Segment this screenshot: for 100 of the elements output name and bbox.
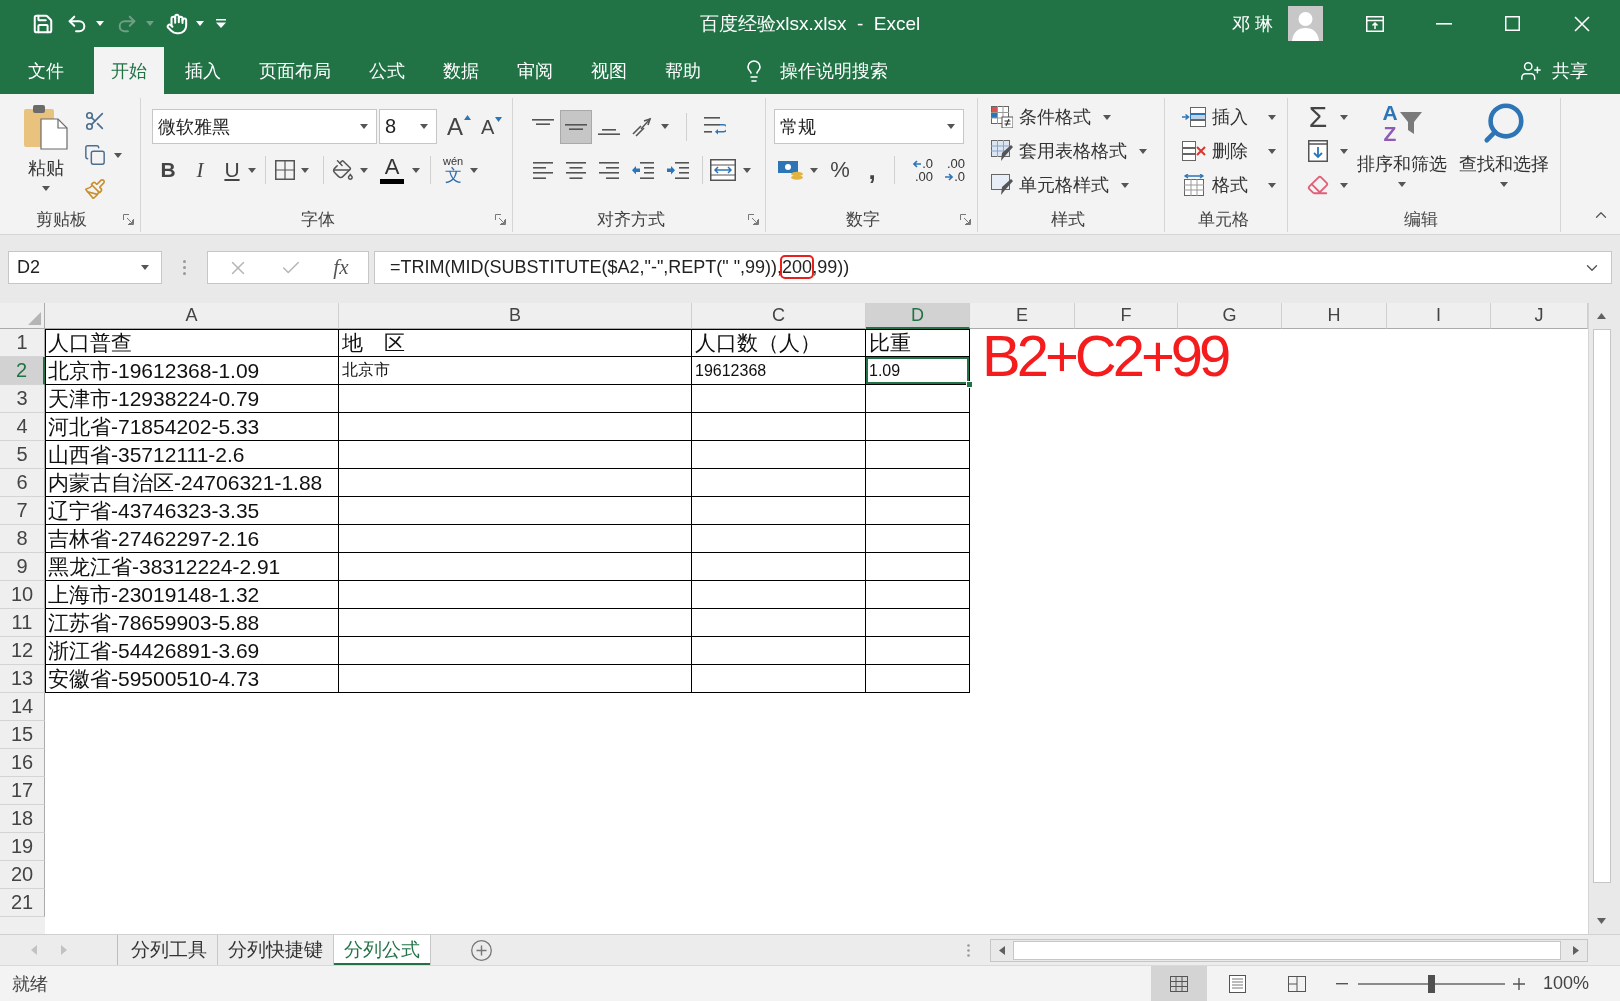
caret-icon[interactable] <box>96 21 104 26</box>
row-header[interactable]: 5 <box>0 441 45 469</box>
fill-handle-icon[interactable] <box>966 381 973 388</box>
row-header[interactable]: 11 <box>0 609 45 637</box>
caret-icon[interactable] <box>248 167 256 173</box>
dialog-launcher-icon[interactable] <box>123 213 134 225</box>
font-color-button[interactable]: A <box>380 156 404 184</box>
row-header[interactable]: 7 <box>0 497 45 525</box>
column-header[interactable]: F <box>1075 303 1178 329</box>
row-header[interactable]: 13 <box>0 665 45 693</box>
zoom-in-icon[interactable] <box>1512 977 1525 990</box>
decrease-decimal-button[interactable]: .00 .0 <box>933 157 965 183</box>
row-header[interactable]: 18 <box>0 805 45 833</box>
comma-style-button[interactable]: , <box>856 153 888 187</box>
paint-bucket-icon[interactable] <box>332 159 354 181</box>
row-header[interactable]: 20 <box>0 861 45 889</box>
caret-icon[interactable] <box>470 167 479 173</box>
column-header[interactable]: H <box>1282 303 1387 329</box>
scroll-down-icon[interactable] <box>1597 918 1606 924</box>
caret-icon[interactable] <box>196 21 204 26</box>
row-header[interactable]: 16 <box>0 749 45 777</box>
save-icon[interactable] <box>32 12 54 35</box>
caret-icon[interactable] <box>360 167 368 173</box>
ribbon-tab[interactable]: 视图 <box>574 47 644 94</box>
copy-icon[interactable] <box>84 144 106 166</box>
eraser-icon[interactable] <box>1307 174 1329 196</box>
ribbon-tab[interactable]: 文件 <box>11 47 81 94</box>
sort-filter-button[interactable]: A Z 排序和筛选 <box>1354 100 1450 206</box>
scrollbar-thumb[interactable] <box>1592 329 1611 883</box>
ribbon-tab[interactable]: 公式 <box>352 47 422 94</box>
row-header[interactable]: 14 <box>0 693 45 721</box>
ribbon-tab[interactable]: 插入 <box>168 47 238 94</box>
column-header[interactable]: B <box>339 303 692 329</box>
row-header[interactable]: 17 <box>0 777 45 805</box>
name-box[interactable]: D2 <box>8 251 162 284</box>
row-header[interactable]: 19 <box>0 833 45 861</box>
font-name-dropdown[interactable]: 微软雅黑 <box>152 109 377 144</box>
caret-icon[interactable] <box>1340 114 1348 120</box>
conditional-format-button[interactable]: 条件格式 <box>991 100 1164 134</box>
view-button[interactable] <box>1150 966 1207 1001</box>
ribbon-display-icon[interactable] <box>1365 15 1384 32</box>
row-header[interactable]: 4 <box>0 413 45 441</box>
row-header[interactable]: 15 <box>0 721 45 749</box>
ribbon-tab[interactable]: 开始 <box>94 47 164 94</box>
caret-icon[interactable] <box>1340 182 1348 188</box>
format-as-table-button[interactable]: 套用表格格式 <box>991 134 1164 168</box>
ribbon-tab[interactable]: 页面布局 <box>242 47 348 94</box>
row-header[interactable]: 3 <box>0 385 45 413</box>
row-header[interactable]: 2 <box>0 357 45 385</box>
scroll-up-icon[interactable] <box>1597 313 1606 319</box>
font-size-dropdown[interactable]: 8 <box>379 109 437 144</box>
caret-icon[interactable] <box>661 124 669 129</box>
caret-icon[interactable] <box>114 152 122 158</box>
ribbon-tab[interactable]: 帮助 <box>648 47 718 94</box>
column-header[interactable]: I <box>1387 303 1491 329</box>
increase-decimal-button[interactable]: .0 .00 <box>901 157 933 183</box>
scroll-right-icon[interactable] <box>1573 945 1579 955</box>
format-button[interactable]: 格式 <box>1182 168 1287 202</box>
caret-icon[interactable] <box>743 167 751 173</box>
row-header[interactable]: 6 <box>0 469 45 497</box>
column-header[interactable]: J <box>1491 303 1588 329</box>
outdent-icon[interactable] <box>632 161 654 179</box>
insert-function-button[interactable]: fx <box>333 255 349 280</box>
insert-cells-button[interactable]: 插入 <box>1182 100 1287 134</box>
row-header[interactable]: 9 <box>0 553 45 581</box>
percent-button[interactable]: % <box>824 153 856 187</box>
add-sheet-icon[interactable] <box>471 939 492 961</box>
paste-button[interactable]: 粘贴 <box>20 104 72 206</box>
grow-font-button[interactable]: A <box>447 114 471 139</box>
row-header[interactable]: 10 <box>0 581 45 609</box>
bold-button[interactable]: B <box>152 155 184 185</box>
ribbon-tab[interactable]: 审阅 <box>500 47 570 94</box>
caret-icon[interactable] <box>301 167 309 173</box>
money-icon[interactable] <box>778 159 804 181</box>
zoom-out-icon[interactable] <box>1335 982 1348 985</box>
dialog-launcher-icon[interactable] <box>748 213 759 225</box>
caret-icon[interactable] <box>1340 148 1348 154</box>
column-header[interactable]: G <box>1178 303 1282 329</box>
text-angle-icon[interactable] <box>632 116 654 137</box>
share-button[interactable]: 共享 <box>1520 47 1588 94</box>
minimize-icon[interactable] <box>1435 22 1452 25</box>
column-header[interactable]: D <box>866 303 970 329</box>
column-header[interactable]: A <box>45 303 339 329</box>
borders-icon[interactable] <box>275 160 295 180</box>
find-select-button[interactable]: 查找和选择 <box>1456 100 1552 206</box>
tell-me-search[interactable]: 操作说明搜索 <box>742 47 888 94</box>
caret-icon[interactable] <box>412 167 420 173</box>
customize-icon[interactable] <box>216 19 226 28</box>
underline-button[interactable]: U <box>216 155 248 185</box>
shrink-font-button[interactable]: A <box>481 116 503 137</box>
number-format-dropdown[interactable]: 常规 <box>774 109 964 144</box>
merge-cells-icon[interactable] <box>710 159 736 181</box>
caret-icon[interactable] <box>810 167 818 173</box>
autosum-button[interactable]: Σ <box>1302 100 1334 134</box>
fill-down-icon[interactable] <box>1308 140 1328 162</box>
scroll-left-icon[interactable] <box>999 945 1005 955</box>
row-header[interactable]: 21 <box>0 889 45 917</box>
sheet-tab[interactable]: 分列公式 <box>334 935 431 965</box>
row-header[interactable]: 1 <box>0 329 45 357</box>
row-header[interactable]: 8 <box>0 525 45 553</box>
